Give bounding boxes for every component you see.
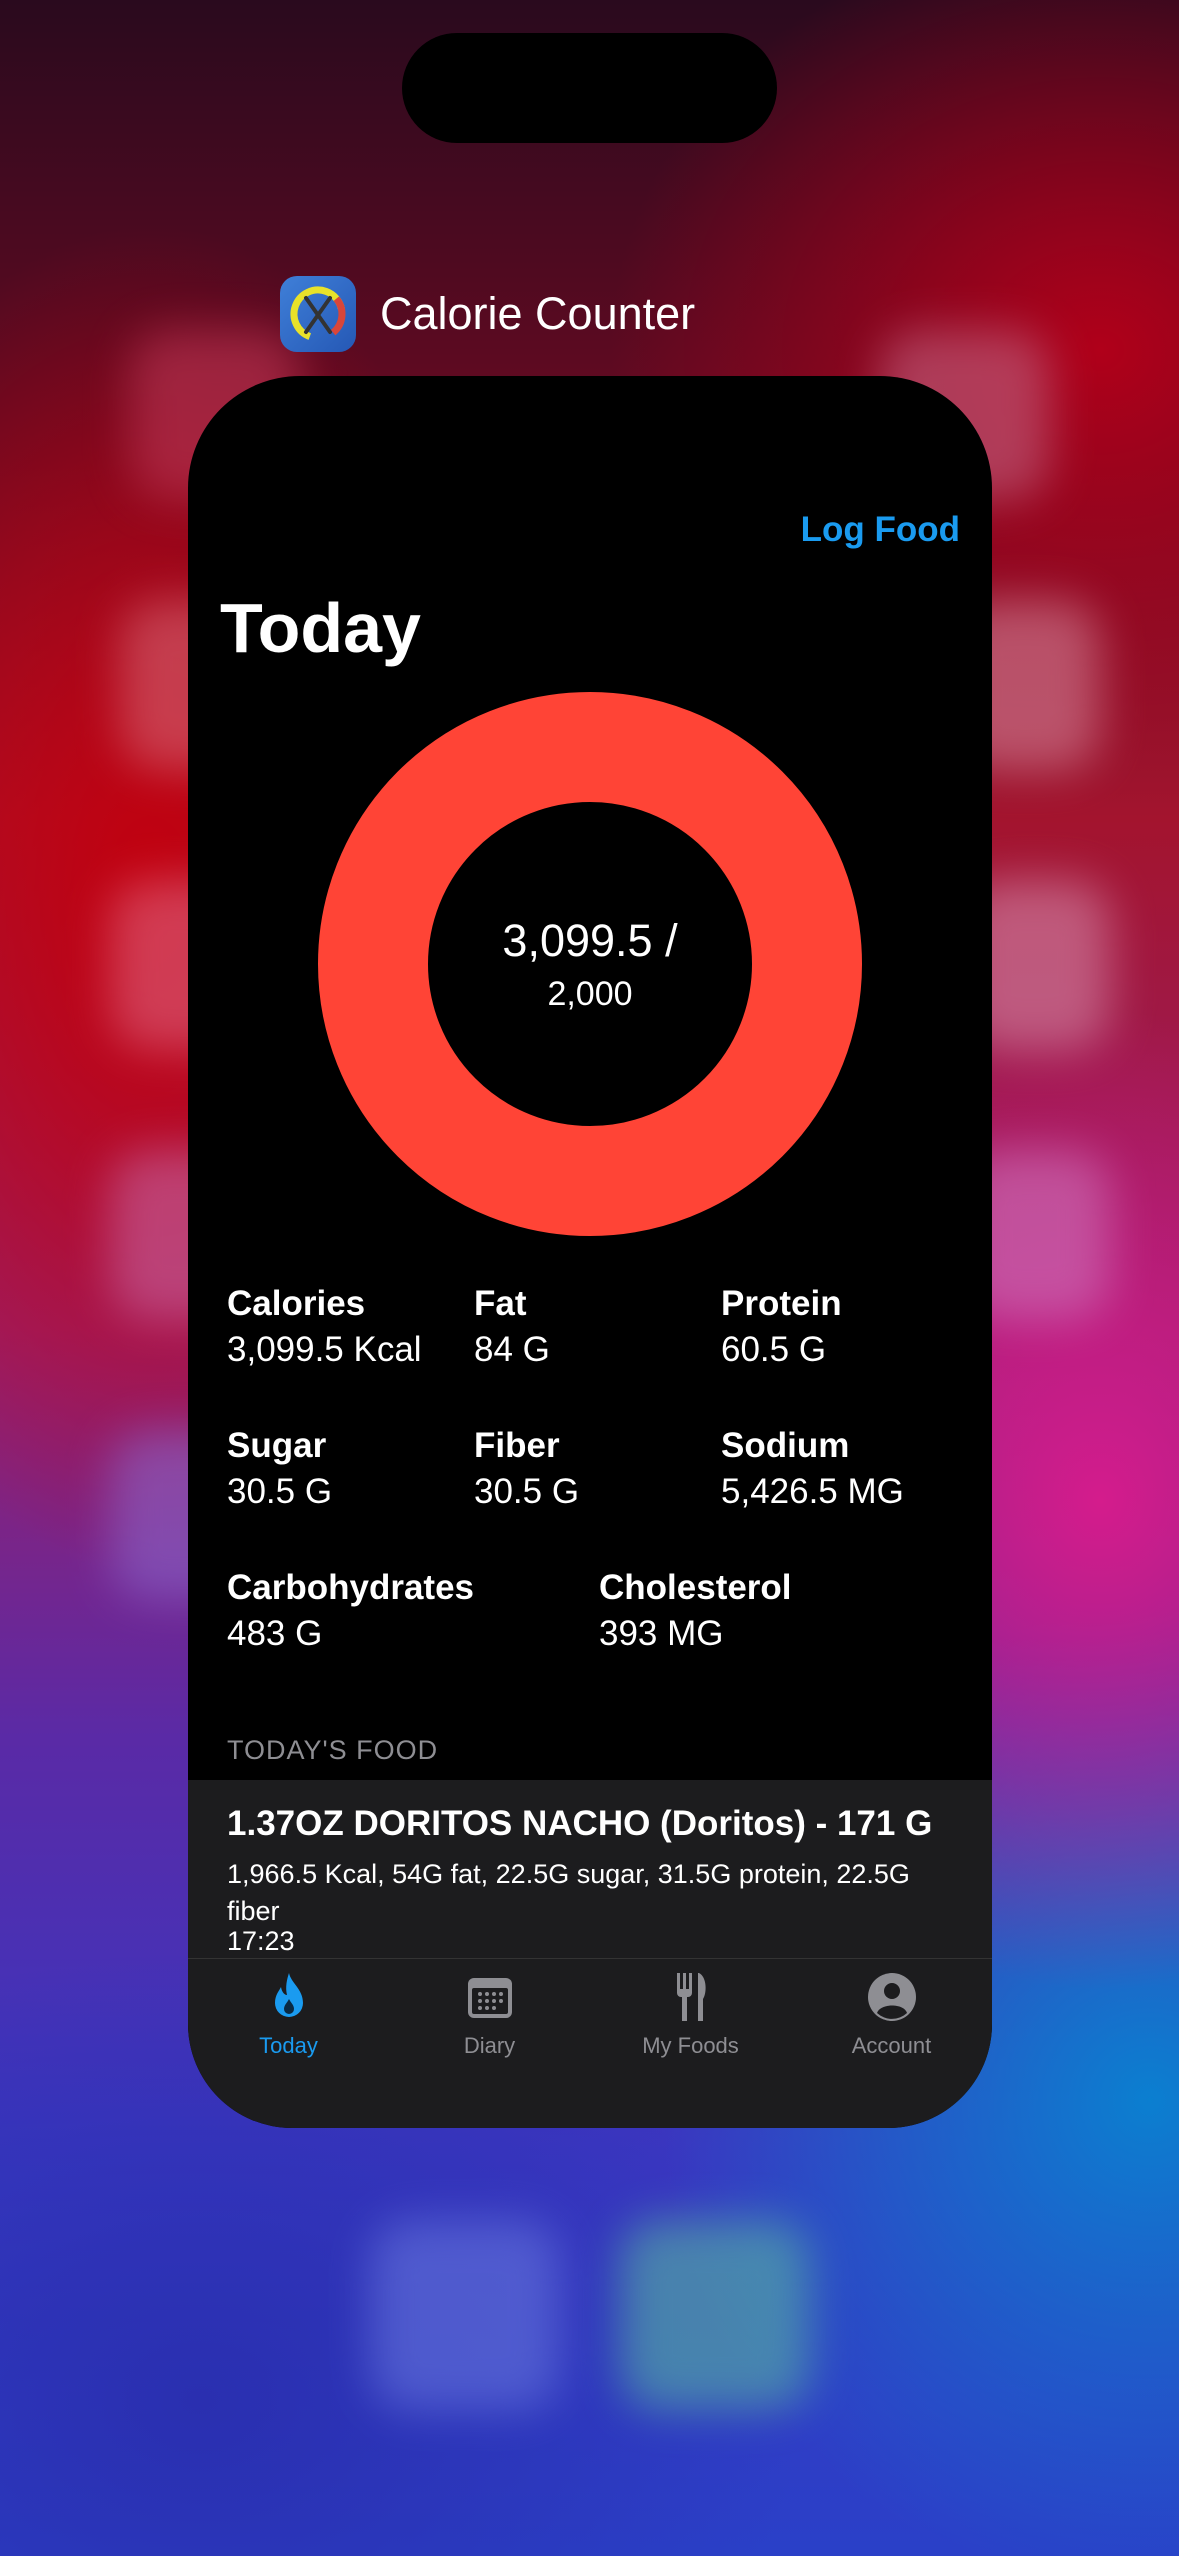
stat-value: 30.5 G bbox=[227, 1472, 333, 1511]
stat-fiber: Fiber 30.5 G bbox=[474, 1426, 579, 1512]
flame-icon bbox=[274, 1973, 303, 2017]
stat-label: Cholesterol bbox=[599, 1568, 792, 1607]
ring-center-text: 3,099.5 / 2,000 bbox=[318, 692, 862, 1236]
stat-label: Protein bbox=[721, 1284, 842, 1323]
stat-sodium: Sodium 5,426.5 MG bbox=[721, 1426, 904, 1512]
calorie-goal: 2,000 bbox=[547, 974, 633, 1013]
tab-my-foods[interactable]: My Foods bbox=[590, 1959, 791, 2089]
stat-fat: Fat 84 G bbox=[474, 1284, 550, 1370]
stat-value: 84 G bbox=[474, 1330, 550, 1369]
fork-knife-icon bbox=[676, 1973, 706, 2021]
tab-label: Today bbox=[259, 2033, 318, 2058]
tab-label: Account bbox=[851, 2033, 932, 2058]
food-nutrition-detail: 1,966.5 Kcal, 54G fat, 22.5G sugar, 31.5… bbox=[227, 1859, 910, 1926]
tab-today[interactable]: Today bbox=[188, 1959, 389, 2089]
tab-account[interactable]: Account bbox=[791, 1959, 992, 2089]
tab-diary[interactable]: Diary bbox=[389, 1959, 590, 2089]
blurred-dock-icon bbox=[620, 2220, 810, 2410]
stat-label: Fiber bbox=[474, 1426, 560, 1465]
stat-protein: Protein 60.5 G bbox=[721, 1284, 842, 1370]
page-title: Today bbox=[220, 589, 421, 667]
stat-label: Calories bbox=[227, 1284, 366, 1323]
stat-calories: Calories 3,099.5 Kcal bbox=[227, 1284, 422, 1370]
stat-value: 60.5 G bbox=[721, 1330, 827, 1369]
app-window-card[interactable]: Log Food Today 3,099.5 / 2,000 Calories … bbox=[188, 376, 992, 2128]
stat-label: Sodium bbox=[721, 1426, 850, 1465]
tab-label: My Foods bbox=[642, 2033, 739, 2058]
stat-carbohydrates: Carbohydrates 483 G bbox=[227, 1568, 474, 1654]
stat-value: 483 G bbox=[227, 1614, 323, 1653]
food-time: 17:23 bbox=[227, 1926, 295, 1956]
stat-label: Fat bbox=[474, 1284, 527, 1323]
blurred-dock-icon bbox=[370, 2220, 560, 2410]
log-food-button[interactable]: Log Food bbox=[801, 510, 960, 550]
tab-bar: Today Diary My Foods Account bbox=[188, 1958, 992, 2128]
calorie-counter-app-icon bbox=[280, 276, 356, 352]
tab-label: Diary bbox=[463, 2033, 516, 2058]
person-icon bbox=[867, 1973, 916, 2021]
stat-label: Sugar bbox=[227, 1426, 327, 1465]
app-switcher-label[interactable]: Calorie Counter bbox=[280, 276, 695, 352]
app-name: Calorie Counter bbox=[380, 288, 696, 339]
food-list-item[interactable]: 1.37OZ DORITOS NACHO (Doritos) - 171 G 1… bbox=[188, 1780, 992, 1960]
stat-sugar: Sugar 30.5 G bbox=[227, 1426, 332, 1512]
stat-cholesterol: Cholesterol 393 MG bbox=[599, 1568, 792, 1654]
stat-label: Carbohydrates bbox=[227, 1568, 475, 1607]
todays-food-header: TODAY'S FOOD bbox=[227, 1735, 439, 1765]
stat-value: 5,426.5 MG bbox=[721, 1472, 904, 1511]
calories-consumed: 3,099.5 / bbox=[502, 914, 678, 966]
stat-value: 393 MG bbox=[599, 1614, 724, 1653]
stat-value: 30.5 G bbox=[474, 1472, 580, 1511]
food-title: 1.37OZ DORITOS NACHO (Doritos) - 171 G bbox=[227, 1804, 933, 1843]
stat-value: 3,099.5 Kcal bbox=[227, 1330, 422, 1369]
calendar-icon bbox=[467, 1978, 512, 2018]
dynamic-island bbox=[402, 33, 777, 143]
